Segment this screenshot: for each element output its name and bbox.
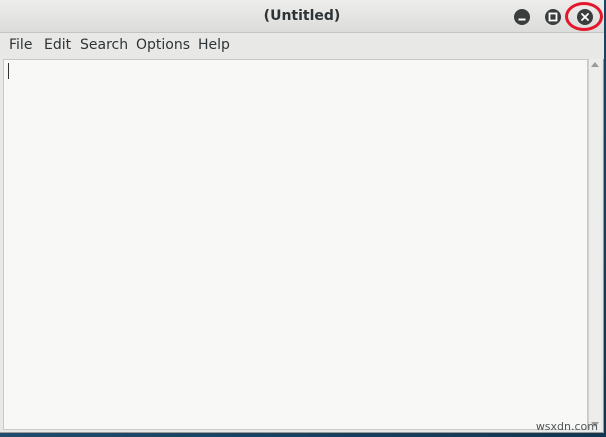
- menu-file[interactable]: File: [9, 33, 32, 59]
- close-button-highlight-circle: [565, 2, 603, 31]
- minimize-icon: [518, 18, 526, 21]
- menu-search[interactable]: Search: [80, 33, 128, 59]
- menu-options[interactable]: Options: [136, 33, 190, 59]
- text-editing-area[interactable]: [3, 59, 588, 430]
- vertical-scrollbar[interactable]: [588, 59, 601, 430]
- menu-edit[interactable]: Edit: [44, 33, 71, 59]
- title-bar[interactable]: (Untitled): [0, 0, 604, 33]
- minimize-button[interactable]: [514, 9, 530, 25]
- maximize-icon: [548, 12, 558, 22]
- text-cursor: [8, 63, 9, 79]
- text-editor-window: (Untitled) File Edit Search Options Help: [0, 0, 604, 433]
- scroll-up-arrow-icon[interactable]: [591, 62, 599, 67]
- maximize-button[interactable]: [545, 9, 561, 25]
- menu-help[interactable]: Help: [198, 33, 230, 59]
- menu-bar: File Edit Search Options Help: [0, 33, 604, 59]
- watermark: wsxdn.com: [535, 420, 598, 433]
